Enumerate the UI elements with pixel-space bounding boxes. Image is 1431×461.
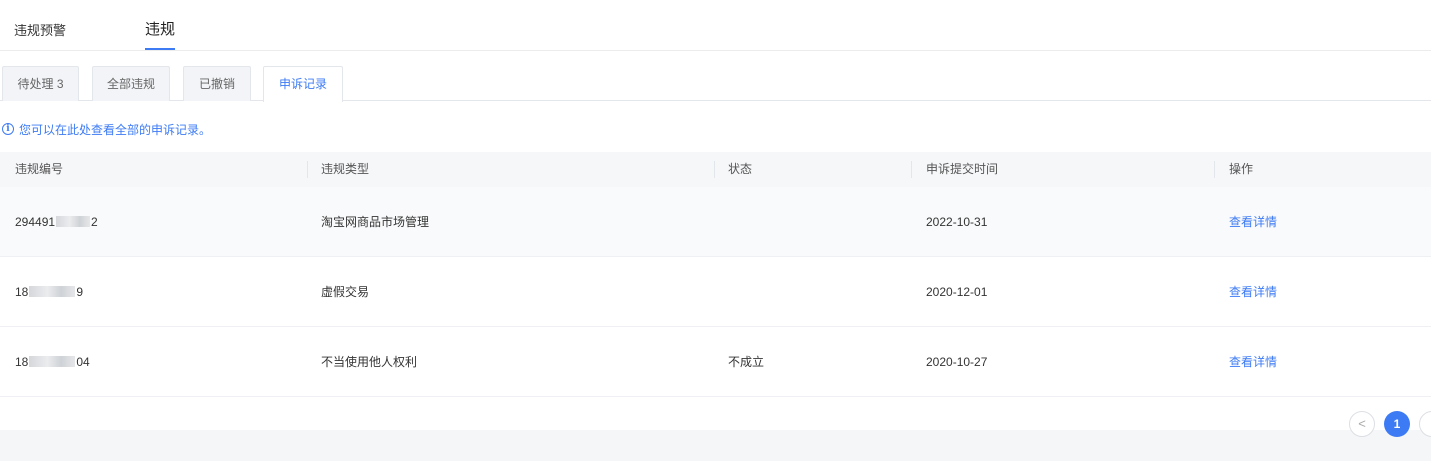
info-notice: i 您可以在此处查看全部的申诉记录。 xyxy=(2,121,211,137)
active-tab-indicator xyxy=(145,48,176,50)
view-details-link[interactable]: 查看详情 xyxy=(1229,327,1277,397)
view-details-link[interactable]: 查看详情 xyxy=(1229,257,1277,327)
tab-violation[interactable]: 违规 xyxy=(145,0,176,50)
redacted-mask xyxy=(29,356,76,368)
column-divider xyxy=(911,161,912,178)
violation-type: 不当使用他人权利 xyxy=(321,355,418,369)
submit-time: 2020-12-01 xyxy=(926,285,988,299)
tab-label: 违规 xyxy=(145,21,176,38)
chevron-right-icon xyxy=(1419,411,1431,437)
chevron-left-icon: < xyxy=(1358,416,1366,431)
info-circle-icon: i xyxy=(2,123,14,135)
sub-tab-bar: 待处理 3 全部违规 已撤销 申诉记录 xyxy=(0,51,1431,102)
column-header-status: 状态 xyxy=(728,162,753,176)
view-details-link[interactable]: 查看详情 xyxy=(1229,187,1277,257)
violation-id: 18 04 xyxy=(15,355,90,369)
pagination-next-button[interactable] xyxy=(1419,411,1431,437)
subtab-pending[interactable]: 待处理 3 xyxy=(2,66,79,101)
column-header-submit-time: 申诉提交时间 xyxy=(926,162,999,176)
violation-type: 虚假交易 xyxy=(321,285,370,299)
table-row: 294491 2 淘宝网商品市场管理 2022-10-31 查看详情 xyxy=(0,187,1431,257)
column-divider xyxy=(714,161,715,178)
submit-time: 2022-10-31 xyxy=(926,215,988,229)
pagination-page-button[interactable]: 1 xyxy=(1384,411,1410,437)
violation-type: 淘宝网商品市场管理 xyxy=(321,215,430,229)
submit-time: 2020-10-27 xyxy=(926,355,988,369)
table-header: 违规编号 违规类型 状态 申诉提交时间 操作 xyxy=(0,152,1431,187)
column-divider xyxy=(1214,161,1215,178)
table-row: 18 9 虚假交易 2020-12-01 查看详情 xyxy=(0,257,1431,327)
subtab-all-violations[interactable]: 全部违规 xyxy=(92,66,170,101)
column-divider xyxy=(307,161,308,178)
tab-violation-warning[interactable]: 违规预警 xyxy=(14,0,66,50)
subtab-appeal-records[interactable]: 申诉记录 xyxy=(263,66,343,102)
redacted-mask xyxy=(29,286,76,298)
column-header-action: 操作 xyxy=(1229,162,1254,176)
redacted-mask xyxy=(56,216,91,228)
main-panel: 违规预警 违规 待处理 3 全部违规 已撤销 申诉记录 i 您可以在此处查看全部… xyxy=(0,0,1431,437)
violation-id: 294491 2 xyxy=(15,215,98,229)
column-header-violation-type: 违规类型 xyxy=(321,162,370,176)
info-text: 您可以在此处查看全部的申诉记录。 xyxy=(19,122,212,137)
top-tab-bar: 违规预警 违规 xyxy=(0,0,1431,51)
subtab-revoked[interactable]: 已撤销 xyxy=(183,66,251,101)
appeal-status: 不成立 xyxy=(728,355,765,369)
column-header-violation-id: 违规编号 xyxy=(15,162,64,176)
table-row: 18 04 不当使用他人权利 不成立 2020-10-27 查看详情 xyxy=(0,327,1431,397)
pagination-prev-button[interactable]: < xyxy=(1349,411,1375,437)
violation-id: 18 9 xyxy=(15,285,84,299)
tab-label: 违规预警 xyxy=(14,23,67,38)
appeal-records-table: 违规编号 违规类型 状态 申诉提交时间 操作 294491 2 淘宝网商品市场管理… xyxy=(0,152,1431,397)
